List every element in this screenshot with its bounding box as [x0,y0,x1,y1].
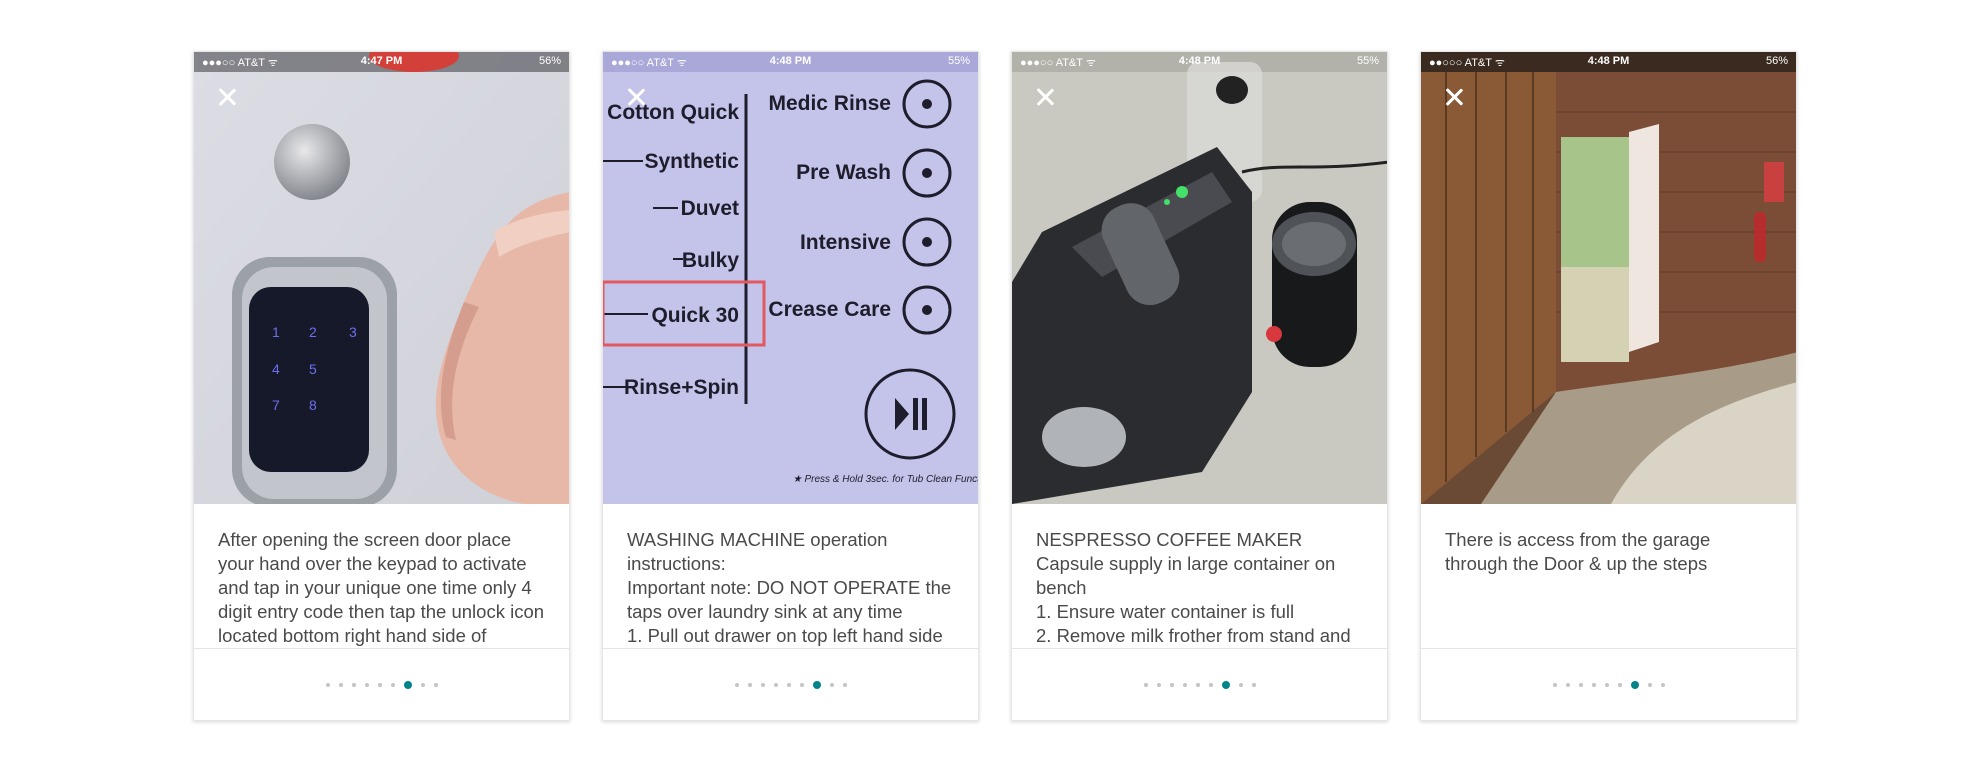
pagination-dot[interactable] [433,683,438,687]
pagination-dot[interactable] [364,683,369,687]
pagination-dots [194,649,569,720]
pagination-dot[interactable] [1182,683,1187,687]
pagination-dot[interactable] [1195,683,1200,687]
pagination-dot[interactable] [786,683,791,687]
close-icon[interactable] [214,84,240,110]
pagination-dot[interactable] [1647,683,1652,687]
pagination-dot[interactable] [799,683,804,687]
pagination-dot[interactable] [829,683,834,687]
pagination-dot-active[interactable] [403,681,412,689]
panel-label-quick-30: Quick 30 [651,304,739,327]
status-bar: ●●●○○ AT&T ᯤ 4:47 PM 56% [194,52,569,72]
step-card-4: ●●○○○ AT&T ᯤ 4:48 PM 56% There is access… [1420,51,1797,721]
pagination-dot[interactable] [1565,683,1570,687]
svg-text:5: 5 [309,361,317,377]
pagination-dot[interactable] [1208,683,1213,687]
pagination-dot[interactable] [1604,683,1609,687]
panel-label-rinse-spin: Rinse+Spin [624,376,739,399]
status-bar: ●●●○○ AT&T ᯤ 4:48 PM 55% [603,52,978,72]
pagination-dot[interactable] [390,683,395,687]
pagination-dots [603,649,978,720]
step-description: WASHING MACHINE operation instructions: … [603,504,978,649]
pagination-dot[interactable] [1578,683,1583,687]
svg-text:2: 2 [309,324,317,340]
pagination-dot[interactable] [325,683,330,687]
battery-label: 55% [1356,55,1379,67]
step-card-1: 1 2 3 4 5 7 8 ●●●○○ AT&T ᯤ 4:47 PM 56% After… [193,51,570,721]
svg-text:1: 1 [272,324,280,340]
step-description: There is access from the garage through … [1421,504,1796,649]
pagination-dot[interactable] [1143,683,1148,687]
panel-label-medic-rinse: Medic Rinse [768,92,891,115]
pagination-dot[interactable] [338,683,343,687]
pagination-dot-active[interactable] [1630,681,1639,689]
pagination-dot[interactable] [842,683,847,687]
clock-label: 4:48 PM [769,55,812,67]
battery-label: 55% [947,55,970,67]
step-description-text: There is access from the garage through … [1445,529,1711,574]
pagination-dot-active[interactable] [812,681,821,689]
pagination-dot[interactable] [377,683,382,687]
carrier-label: ●●○○○ AT&T ᯤ [1429,57,1505,69]
pagination-dot[interactable] [420,683,425,687]
pagination-dot[interactable] [1238,683,1243,687]
close-icon[interactable] [623,84,649,110]
pagination-dot[interactable] [351,683,356,687]
step-description-text: NESPRESSO COFFEE MAKER Capsule supply in… [1036,529,1351,646]
pagination-dot[interactable] [760,683,765,687]
washing-machine-photo: Cotton Quick Synthetic Duvet Bulky Quick… [603,52,978,504]
clock-label: 4:48 PM [1587,55,1630,67]
pagination-dot[interactable] [1617,683,1622,687]
pagination-dot[interactable] [1156,683,1161,687]
step-description-text: After opening the screen door place your… [218,529,545,646]
panel-label-duvet: Duvet [681,197,739,220]
battery-label: 56% [538,55,561,67]
svg-text:7: 7 [272,397,280,413]
step-description: NESPRESSO COFFEE MAKER Capsule supply in… [1012,504,1387,649]
panel-label-crease-care: Crease Care [768,298,891,321]
step-description-text: WASHING MACHINE operation instructions: … [627,529,952,646]
battery-label: 56% [1765,55,1788,67]
garage-door-photo [1421,52,1796,504]
coffee-maker-photo [1012,52,1387,504]
close-icon[interactable] [1441,84,1467,110]
carrier-label: ●●●○○ AT&T ᯤ [611,57,687,69]
carrier-label: ●●●○○ AT&T ᯤ [202,57,278,69]
keypad-photo: 1 2 3 4 5 7 8 [194,52,569,504]
panel-label-pre-wash: Pre Wash [796,161,891,184]
svg-text:4: 4 [272,361,280,377]
pagination-dots [1012,649,1387,720]
panel-label-bulky: Bulky [682,249,740,272]
pagination-dot[interactable] [1591,683,1596,687]
pagination-dot[interactable] [1169,683,1174,687]
svg-text:8: 8 [309,397,317,413]
panel-label-synthetic: Synthetic [644,150,739,173]
clock-label: 4:48 PM [1178,55,1221,67]
carrier-label: ●●●○○ AT&T ᯤ [1020,57,1096,69]
pagination-dot[interactable] [1251,683,1256,687]
panel-label-intensive: Intensive [800,231,891,254]
pagination-dot[interactable] [734,683,739,687]
pagination-dot[interactable] [1552,683,1557,687]
pagination-dots [1421,649,1796,720]
step-card-3: ●●●○○ AT&T ᯤ 4:48 PM 55% NESPRESSO COFFE… [1011,51,1388,721]
status-bar: ●●●○○ AT&T ᯤ 4:48 PM 55% [1012,52,1387,72]
clock-label: 4:47 PM [360,55,403,67]
close-icon[interactable] [1032,84,1058,110]
step-description: After opening the screen door place your… [194,504,569,649]
pagination-dot[interactable] [747,683,752,687]
step-card-2: Cotton Quick Synthetic Duvet Bulky Quick… [602,51,979,721]
panel-note: ★ Press & Hold 3sec. for Tub Clean Funct… [793,474,978,485]
pagination-dot-active[interactable] [1221,681,1230,689]
pagination-dot[interactable] [1660,683,1665,687]
svg-text:3: 3 [349,324,357,340]
pagination-dot[interactable] [773,683,778,687]
status-bar: ●●○○○ AT&T ᯤ 4:48 PM 56% [1421,52,1796,72]
